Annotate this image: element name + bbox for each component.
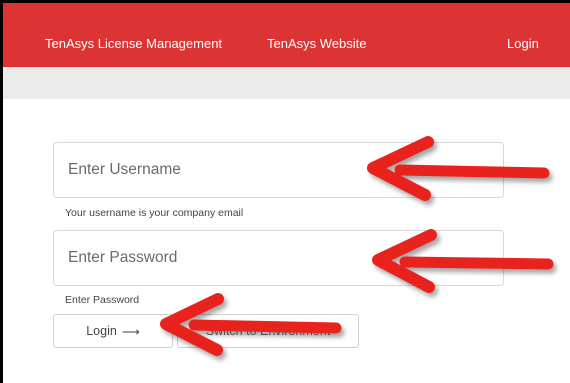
password-hint: Enter Password xyxy=(65,294,140,306)
password-placeholder: Enter Password xyxy=(68,249,178,266)
login-button[interactable]: Login ⟶ xyxy=(53,314,173,348)
switch-environment-label: Switch to Environment xyxy=(205,324,331,338)
login-button-label: Login xyxy=(86,324,117,338)
subheader-bar xyxy=(3,67,570,99)
nav-brand-link[interactable]: TenAsys License Management xyxy=(45,36,222,51)
switch-environment-button[interactable]: Switch to Environment xyxy=(177,314,359,348)
username-placeholder: Enter Username xyxy=(68,161,181,178)
password-input[interactable]: Enter Password xyxy=(53,230,504,286)
top-navbar: TenAsys License Management TenAsys Websi… xyxy=(3,3,570,67)
nav-login-link[interactable]: Login xyxy=(507,36,539,51)
nav-website-link[interactable]: TenAsys Website xyxy=(267,36,366,51)
username-input[interactable]: Enter Username xyxy=(53,142,504,198)
arrow-right-icon: ⟶ xyxy=(121,324,140,339)
username-hint: Your username is your company email xyxy=(65,207,244,219)
page-frame: TenAsys License Management TenAsys Websi… xyxy=(3,3,570,383)
